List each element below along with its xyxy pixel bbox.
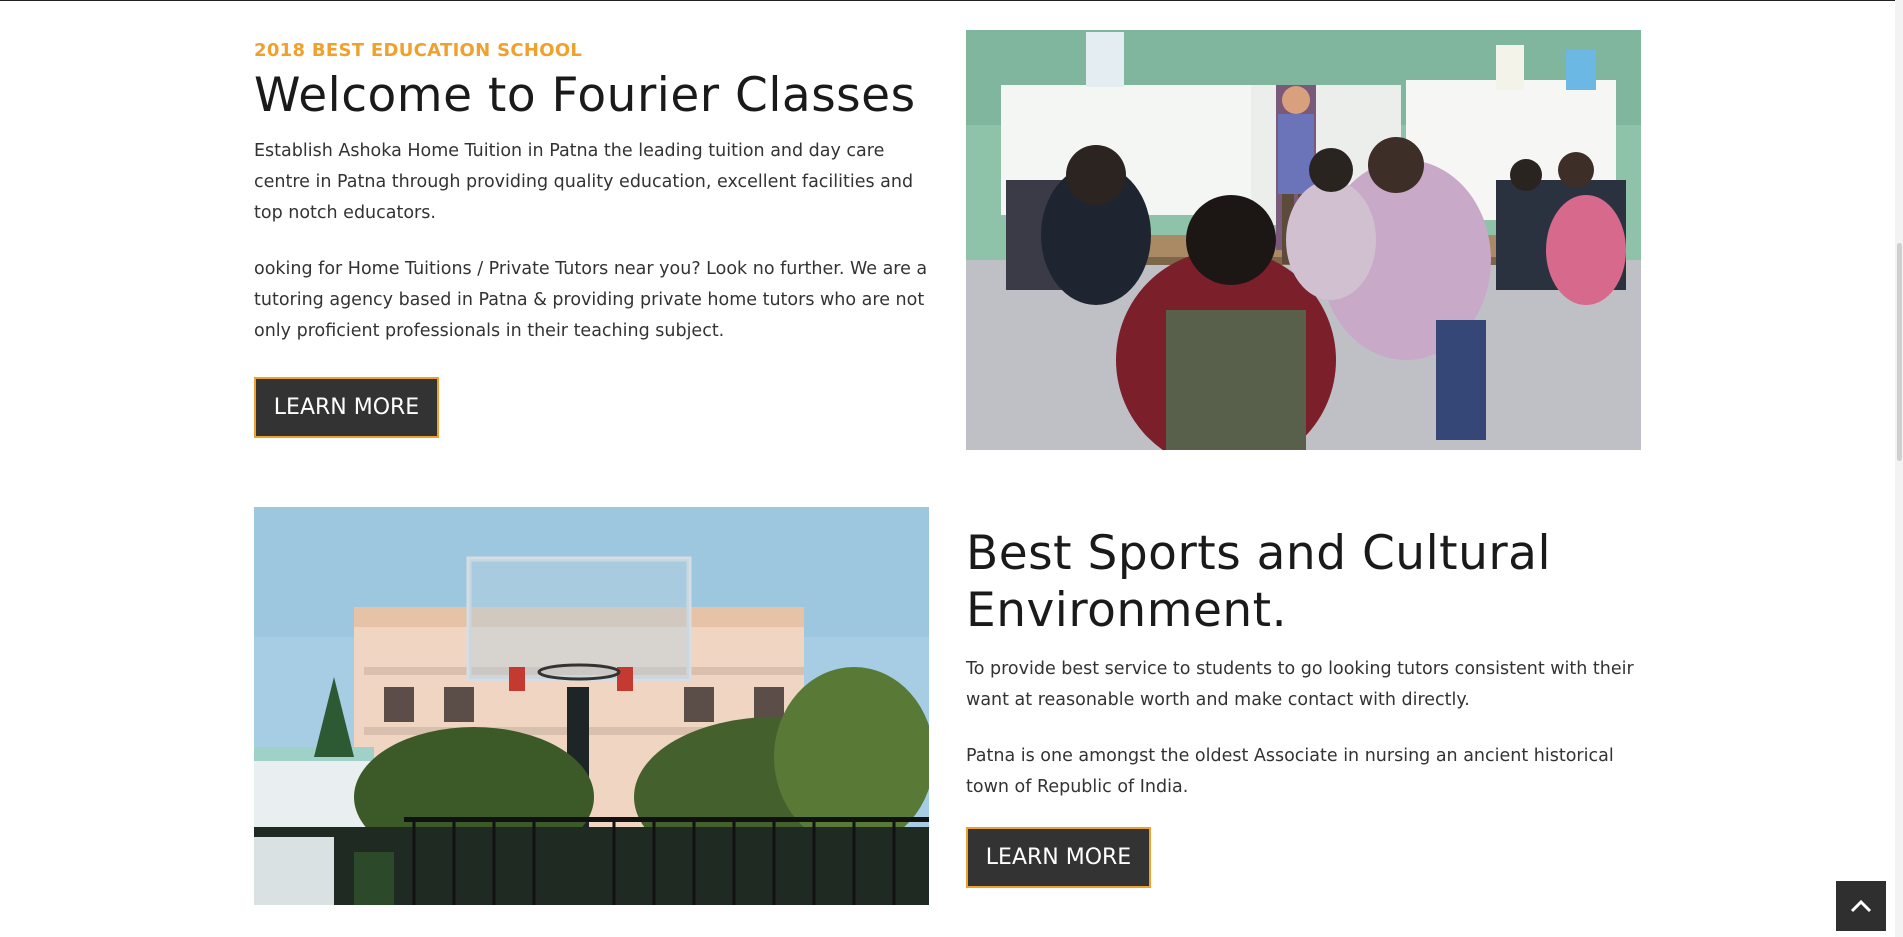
scrollbar-thumb[interactable] (1897, 243, 1902, 461)
welcome-heading: Welcome to Fourier Classes (254, 68, 916, 123)
sports-paragraph-2: Patna is one amongst the oldest Associat… (966, 746, 1614, 797)
classroom-photo (966, 30, 1641, 450)
section-tagline: 2018 BEST EDUCATION SCHOOL (254, 40, 583, 61)
sports-heading: Best Sports and Cultural Environment. (966, 526, 1552, 638)
top-border (0, 0, 1903, 1)
basketball-court-photo (254, 507, 929, 905)
chevron-up-icon (1850, 899, 1872, 913)
learn-more-button-2[interactable]: LEARN MORE (966, 827, 1151, 888)
welcome-paragraph-2: ooking for Home Tuitions / Private Tutor… (254, 259, 928, 341)
welcome-section-text: 2018 BEST EDUCATION SCHOOL Welcome to Fo… (254, 40, 929, 347)
sports-paragraph-1: To provide best service to students to g… (966, 659, 1634, 710)
back-to-top-button[interactable] (1836, 881, 1886, 931)
sports-section-text: Best Sports and Cultural Environment. To… (966, 525, 1641, 803)
page-scrollbar[interactable] (1895, 0, 1903, 937)
welcome-paragraph-1: Establish Ashoka Home Tuition in Patna t… (254, 141, 914, 223)
learn-more-button-1[interactable]: LEARN MORE (254, 377, 439, 438)
